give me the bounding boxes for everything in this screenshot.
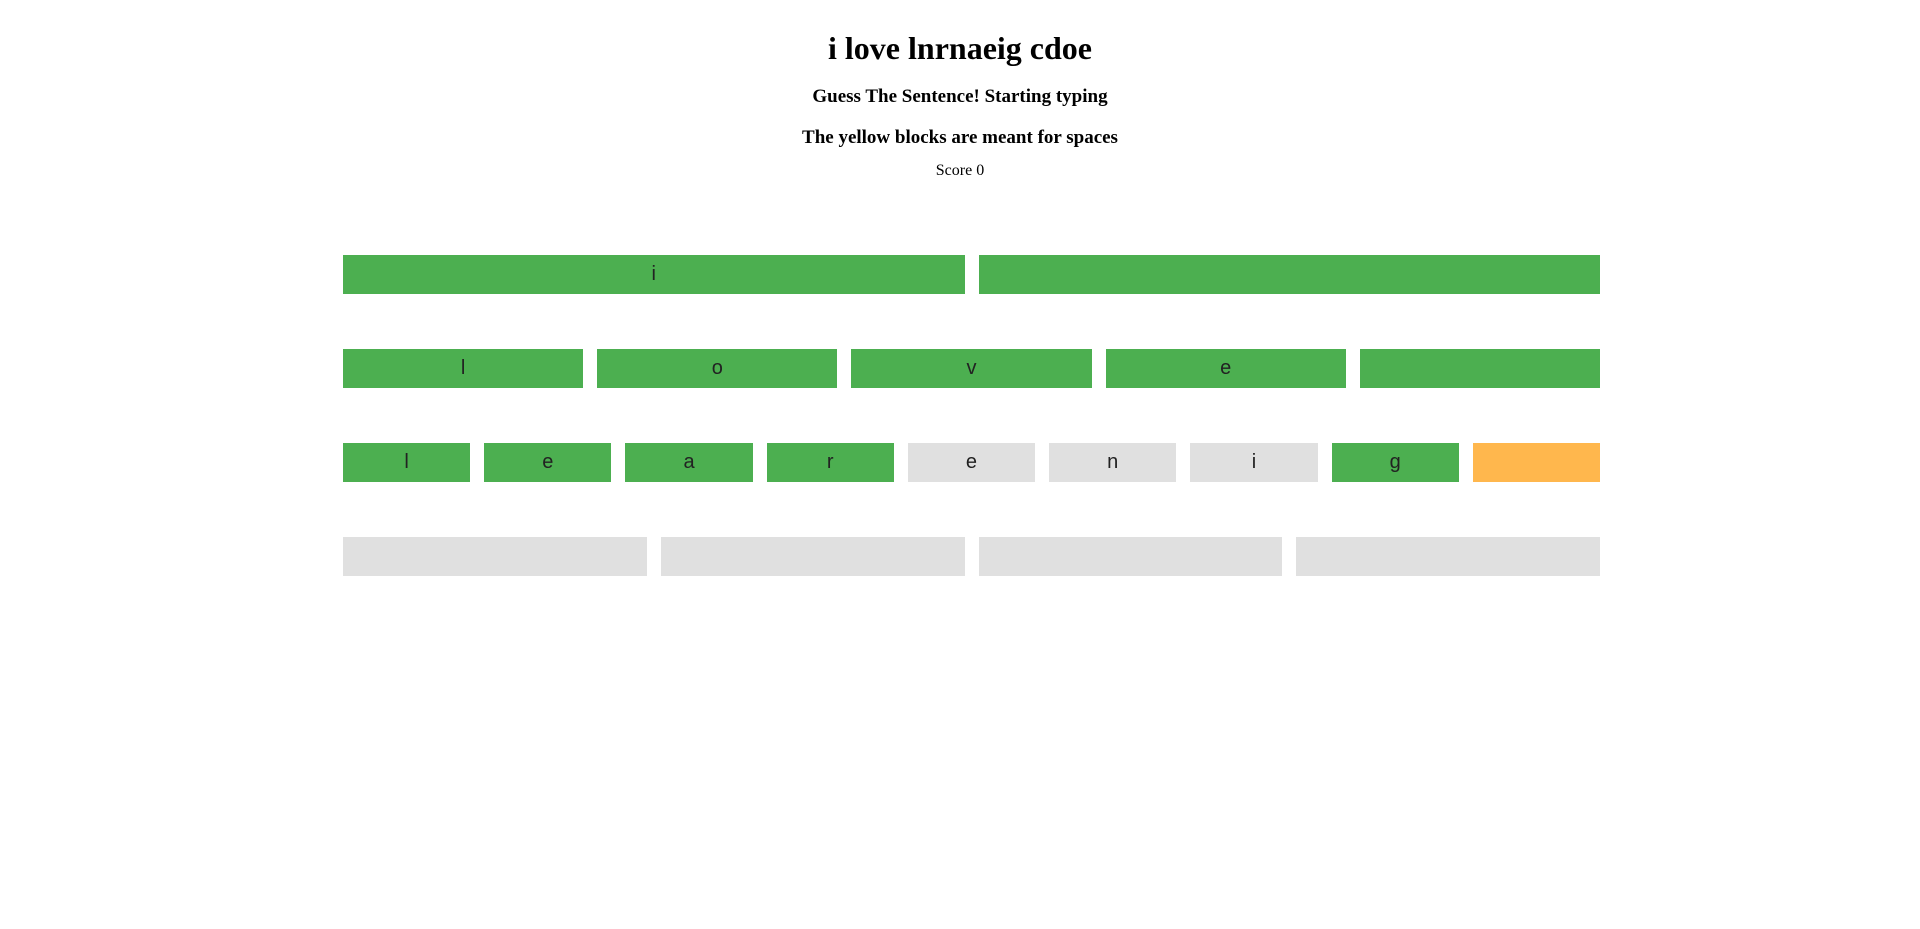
letter-tile bbox=[978, 255, 1600, 294]
letter-tile bbox=[978, 537, 1283, 576]
header: i love lnrnaeig cdoe Guess The Sentence!… bbox=[0, 0, 1920, 181]
letter-tile: i bbox=[343, 255, 965, 294]
letter-tile bbox=[343, 537, 647, 576]
letter-tile: r bbox=[766, 443, 894, 482]
letter-tile: e bbox=[484, 443, 612, 482]
page-title: i love lnrnaeig cdoe bbox=[828, 30, 1092, 66]
letter-tile: n bbox=[1049, 443, 1177, 482]
letter-tile: i bbox=[1190, 443, 1318, 482]
subtitle: Guess The Sentence! Starting typing bbox=[812, 86, 1108, 107]
game-page: i love lnrnaeig cdoe Guess The Sentence!… bbox=[0, 0, 1920, 929]
letter-tile: l bbox=[343, 349, 584, 388]
word-row: love bbox=[343, 349, 1601, 388]
score-label: Score 0 bbox=[935, 162, 985, 179]
letter-tile: g bbox=[1331, 443, 1459, 482]
letter-tile: l bbox=[343, 443, 471, 482]
word-row bbox=[343, 537, 1600, 576]
space-tile bbox=[1472, 443, 1600, 482]
letter-tile: e bbox=[1105, 349, 1346, 388]
instructions: The yellow blocks are meant for spaces bbox=[802, 127, 1118, 148]
word-row: i bbox=[343, 255, 1600, 294]
letter-tile: e bbox=[907, 443, 1036, 482]
letter-tile bbox=[1296, 537, 1600, 576]
letter-tile bbox=[660, 537, 965, 576]
guess-board: ilovelearenig bbox=[343, 255, 1601, 631]
letter-tile: a bbox=[625, 443, 753, 482]
letter-tile: v bbox=[851, 349, 1092, 388]
letter-tile: o bbox=[597, 349, 838, 388]
word-row: learenig bbox=[343, 443, 1600, 482]
letter-tile bbox=[1359, 349, 1601, 388]
